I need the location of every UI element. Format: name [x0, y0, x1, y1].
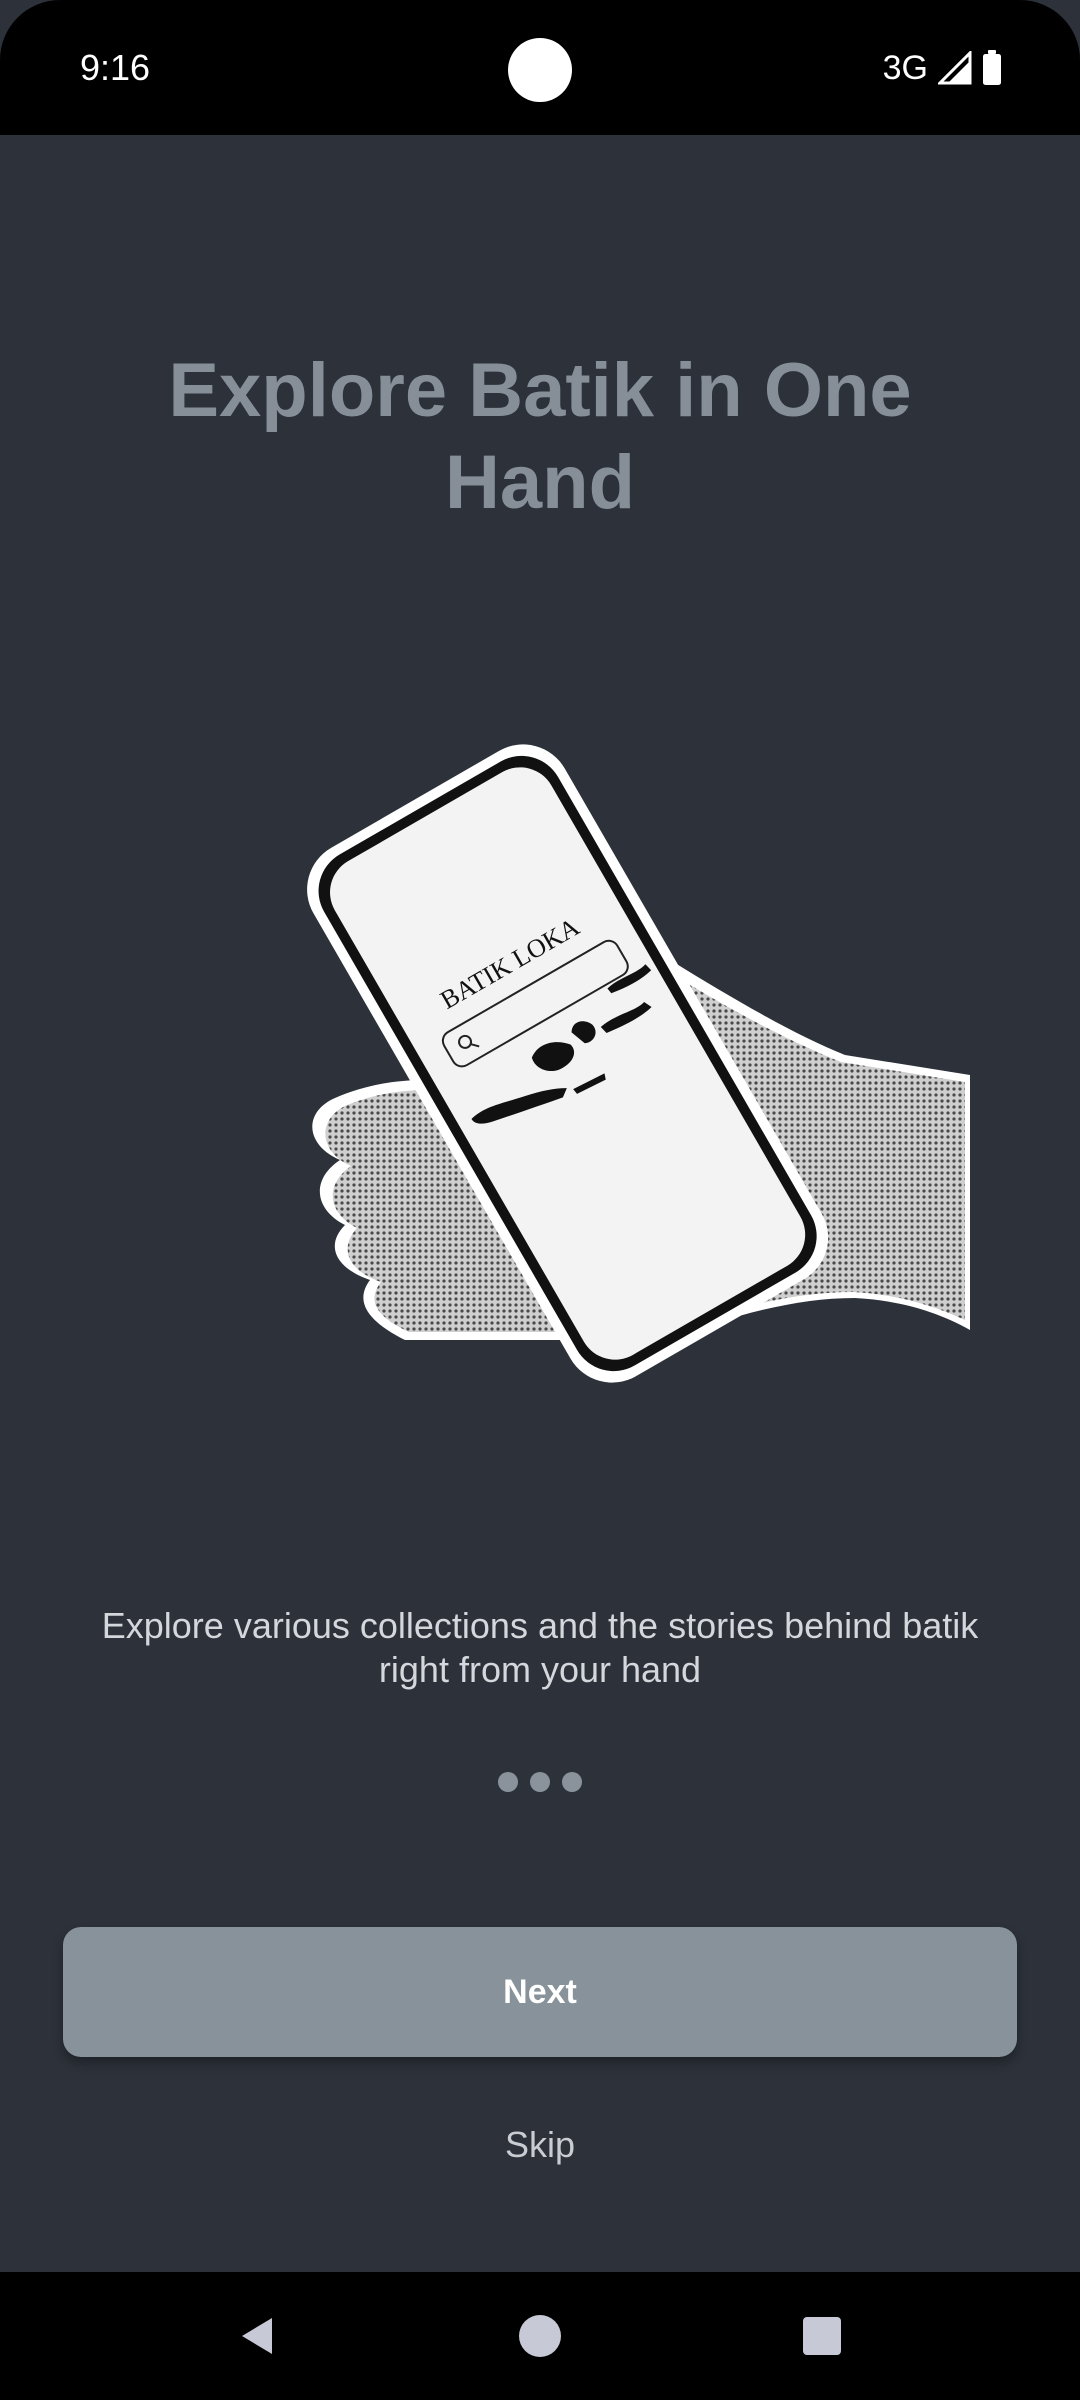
page-indicator — [0, 1772, 1080, 1792]
recents-icon[interactable] — [800, 2314, 844, 2363]
onboarding-screen: 9:16 3G Explore Batik in One Hand BATIK … — [0, 0, 1080, 2400]
hand-holding-phone-illustration: BATIK LOKA — [195, 720, 975, 1390]
signal-icon — [938, 51, 972, 85]
network-type: 3G — [882, 48, 928, 87]
front-camera — [508, 38, 572, 102]
onboarding-description: Explore various collections and the stor… — [101, 1605, 979, 1690]
page-dot-2 — [530, 1772, 550, 1792]
status-bar: 9:16 3G — [0, 0, 1080, 135]
battery-icon — [982, 50, 1002, 86]
back-icon[interactable] — [236, 2314, 280, 2363]
page-dot-3 — [562, 1772, 582, 1792]
next-button[interactable]: Next — [63, 1927, 1017, 2057]
page-title: Explore Batik in One Hand — [168, 348, 912, 525]
skip-button[interactable]: Skip — [440, 2120, 640, 2170]
home-icon[interactable] — [518, 2314, 562, 2363]
status-indicators: 3G — [883, 44, 1002, 92]
status-time: 9:16 — [80, 47, 151, 88]
page-dot-1 — [498, 1772, 518, 1792]
system-navigation-bar — [0, 2272, 1080, 2400]
